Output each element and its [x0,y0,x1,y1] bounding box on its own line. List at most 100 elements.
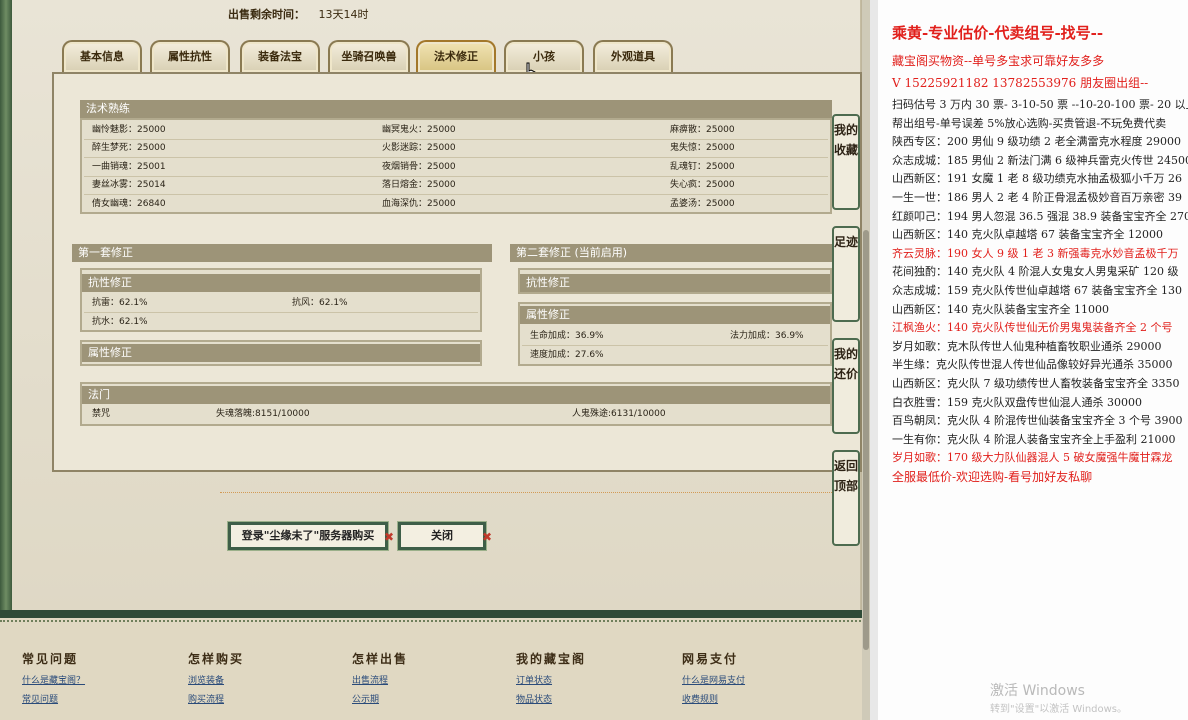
scrollbar-thumb[interactable] [863,230,869,650]
set2-title: 第二套修正 (当前启用) [510,244,832,262]
set2-attr-title: 属性修正 [520,306,830,324]
tab-basic-info[interactable]: 基本信息 [62,40,142,72]
tab-mount-summon[interactable]: 坐骑召唤兽 [328,40,410,72]
set2-resist-title: 抗性修正 [520,274,830,292]
document-line: 半生缘：克火队传世混人传世仙品像较好异光通杀 35000 [892,358,1173,372]
side-nav-my-bargain[interactable]: 我的还价 [832,338,860,434]
side-nav-back-to-top[interactable]: 返回顶部 [832,450,860,546]
spell-skill-cell: 孟婆汤：25000 [670,198,735,209]
footer-column-title: 我的藏宝阁 [516,652,587,666]
spell-skill-cell: 幽怜魅影：25000 [92,125,166,135]
footer-link[interactable]: 什么是网易支付 [682,673,745,686]
footer-link[interactable]: 物品状态 [516,692,586,705]
tab-child[interactable]: 小孩 [504,40,584,72]
spell-skill-cell: 麻痹散：25000 [670,125,735,135]
spell-skill-cell: 妻丝冰雾：25014 [92,180,166,191]
footer-link[interactable]: 公示期 [352,692,408,705]
footer-column-title: 怎样出售 [352,652,409,666]
footer-column: 怎样购买 浏览装备 购买流程 [188,650,244,705]
tab-equipment[interactable]: 装备法宝 [240,40,320,72]
magic-school-item: 禁咒 [92,409,111,419]
footer-link[interactable]: 出售流程 [352,673,408,686]
footer-link[interactable]: 浏览装备 [188,673,244,686]
document-line: 山西新区：140 克火队装备宝宝齐全 11000 [892,302,1109,316]
set1-title: 第一套修正 [72,244,492,262]
document-line: 一生有你：克火队 4 阶混人装备宝宝齐全上手盈利 21000 [892,432,1176,446]
sale-time-label: 出售剩余时间： [228,8,305,21]
page-scrollbar[interactable] [862,0,870,720]
footer-column-title: 怎样购买 [188,652,245,666]
set2-attr-cell: 生命加成：36.9% [530,331,604,341]
spell-skill-cell: 血海深仇：25000 [382,198,456,209]
login-server-buy-button[interactable]: 登录"尘缘未了"服务器购买 [228,522,388,550]
side-nav-favorites[interactable]: 我的收藏 [832,114,860,210]
spell-skill-cell: 幽冥鬼火：25000 [382,125,456,135]
document-line: 藏宝阁买物资--单号多宝求可靠好友多多 [892,54,1105,68]
document-line: 一生一世：186 男人 2 老 4 阶正骨混孟极妙音百万亲密 39 [892,191,1182,204]
side-nav-footprints[interactable]: 足迹 [832,226,860,322]
document-line: 山西新区：140 克火队卓越塔 67 装备宝宝齐全 12000 [892,228,1163,242]
sale-remaining-time: 出售剩余时间： 13天14时 [228,6,369,22]
document-line: 全服最低价-欢迎选购-看号加好友私聊 [892,470,1093,484]
tab-appearance[interactable]: 外观道具 [593,40,673,72]
document-line: 百鸟朝凤：克火队 4 阶混传世仙装备宝宝齐全 3 个号 3900 [892,414,1183,428]
footer-link[interactable]: 购买流程 [188,692,244,705]
spell-skill-cell: 失心疯：25000 [670,180,735,191]
footer-link[interactable]: 什么是藏宝阁？ [22,673,85,686]
footer-link[interactable]: 订单状态 [516,673,586,686]
footer-column: 我的藏宝阁 订单状态 物品状态 [516,650,586,705]
document-line: 扫码估号 3 万内 30 票- 3-10-50 票 --10-20-100 票-… [892,98,1188,111]
set1-resist-cell: 抗水：62.1% [92,317,148,327]
footer-column: 网易支付 什么是网易支付 收费规则 [682,650,745,705]
spell-skill-cell: 醉生梦死：25000 [92,143,166,154]
document-line: 陕西专区：200 男仙 9 级功绩 2 老全满雷克水程度 29000 [892,135,1181,149]
activate-windows-hint: 转到"设置"以激活 Windows。 [990,704,1128,715]
spell-skill-cell: 一曲销魂：25001 [92,161,166,172]
spell-skill-cell: 夜烟销骨：25000 [382,161,456,172]
dotted-divider [220,492,860,493]
document-panel: 乘黄-专业估价-代卖组号-找号-- 藏宝阁买物资--单号多宝求可靠好友多多 V 15… [878,0,1188,720]
document-line: 岁月如歌：170 级大力队仙器混人 5 破女魔强牛魔甘霖龙 [892,451,1173,465]
footer-link[interactable]: 常见问题 [22,692,85,705]
spell-skill-cell: 乱魂钉：25000 [670,161,735,172]
spell-skill-cell: 鬼失惊：25000 [670,143,735,154]
spell-skill-cell: 火影迷踪：25000 [382,143,456,154]
document-line: 花间独酌：140 克火队 4 阶混人女鬼女人男鬼采矿 120 级 [892,265,1179,279]
sale-time-value: 13天14时 [318,8,369,21]
window-divider [870,0,878,720]
set2-attr-cell: 速度加成：27.6% [530,350,604,360]
tab-spell-correction[interactable]: 法术修正 [416,40,496,72]
document-line: 岁月如歌：克木队传世人仙鬼种植畜牧职业通杀 29000 [892,339,1162,353]
spell-skill-cell: 倩女幽魂：26840 [92,198,166,209]
footer-column: 常见问题 什么是藏宝阁？ 常见问题 [22,650,85,705]
document-line: 山西新区：191 女魔 1 老 8 级功绩克水抽孟极狐小千万 26 [892,172,1182,186]
close-icon[interactable]: ✖ [482,530,492,544]
document-line: 红颜叩己：194 男人忽混 36.5 强混 38.9 装备宝宝齐全 270 [892,209,1188,223]
footer-column-title: 网易支付 [682,652,739,666]
document-line: V 15225921182 13782553976 朋友圈出组-- [892,76,1149,90]
set1-resist-cell: 抗风：62.1% [292,298,348,308]
set1-attr-title: 属性修正 [82,344,480,362]
close-button[interactable]: 关闭 [398,522,486,550]
document-line: 乘黄-专业估价-代卖组号-找号-- [892,24,1104,42]
set1-resist-cell: 抗雷：62.1% [92,298,148,308]
footer-column: 怎样出售 出售流程 公示期 [352,650,408,705]
set1-resist-title: 抗性修正 [82,274,480,292]
document-line: 帮出组号-单号误差 5%放心选购-买贵管退-不玩免费代卖 [892,116,1167,130]
activate-windows-watermark: 激活 Windows [990,683,1085,699]
document-line: 江枫渔火：140 克火队传世仙无价男鬼鬼装备齐全 2 个号 [892,321,1173,335]
magic-school-item: 失魂落魄:8151/10000 [216,409,310,419]
document-line: 齐云灵脉：190 女人 9 级 1 老 3 新强毒克水妙音孟极千万 [892,246,1179,260]
document-line: 众志成城：159 克火队传世仙卓越塔 67 装备宝宝齐全 130 [892,284,1182,297]
tab-attribute-resist[interactable]: 属性抗性 [150,40,230,72]
close-icon[interactable]: ✖ [384,530,394,544]
document-line: 山西新区：克火队 7 级功绩传世人畜牧装备宝宝齐全 3350 [892,377,1180,390]
document-line: 众志成城：185 男仙 2 新法门满 6 级神兵雷克火传世 24500 [892,153,1188,167]
footer-column-title: 常见问题 [22,652,79,666]
magic-school-item: 人鬼殊途:6131/10000 [572,409,666,419]
spell-skill-title: 法术熟练 [80,100,832,118]
footer-link[interactable]: 收费规则 [682,692,745,705]
frame-left-border [0,0,12,610]
document-line: 白衣胜雪：159 克火队双盘传世仙混人通杀 30000 [892,395,1142,409]
spell-skill-cell: 落日熔金：25000 [382,180,456,191]
